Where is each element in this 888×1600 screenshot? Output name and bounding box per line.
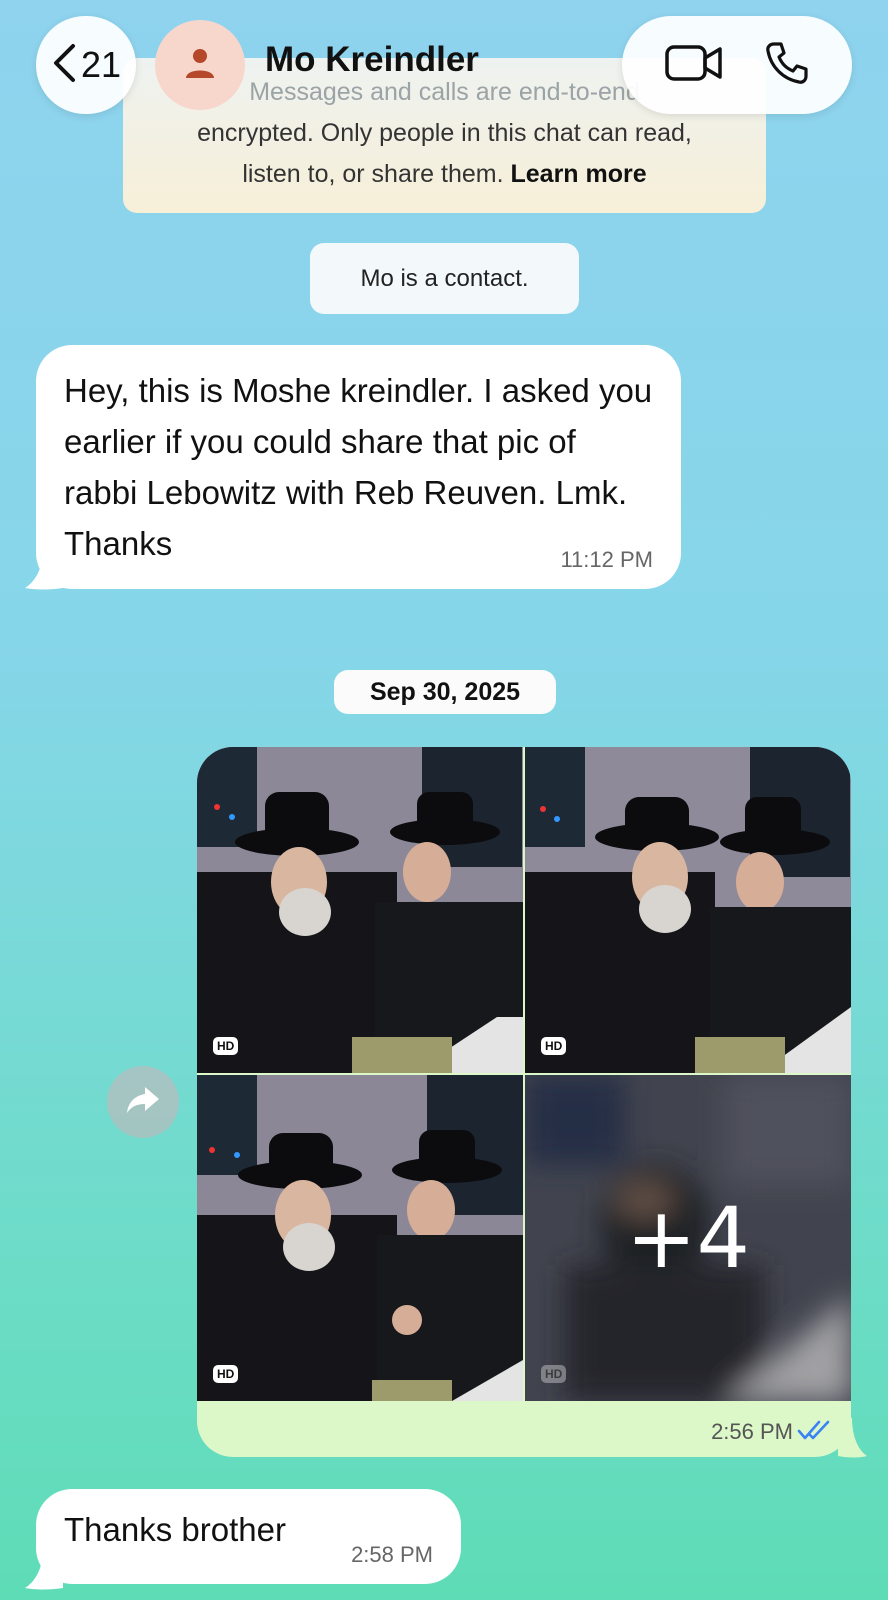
date-separator: Sep 30, 2025 [334, 670, 556, 714]
double-check-icon [797, 1419, 831, 1441]
chevron-left-icon [51, 43, 77, 88]
encryption-notice-line2: encrypted. Only people in this chat can … [197, 119, 692, 147]
media-footer: 2:56 PM [197, 1401, 851, 1457]
phone-icon[interactable] [764, 40, 810, 91]
back-button[interactable]: 21 [36, 16, 136, 114]
more-photos-count: +4 [626, 1189, 750, 1287]
call-actions [622, 16, 852, 114]
message-time: 11:12 PM [560, 547, 653, 572]
share-arrow-icon [125, 1085, 161, 1120]
avatar[interactable] [155, 20, 245, 110]
photo-grid: HD HD HD +4 HD [197, 747, 851, 1401]
photo-thumbnail[interactable]: HD [197, 747, 523, 1073]
message-time: 2:58 PM [351, 1542, 433, 1567]
hd-badge: HD [213, 1365, 239, 1383]
contact-name[interactable]: Mo Kreindler [265, 40, 479, 80]
hd-badge: HD [541, 1037, 567, 1055]
message-text: Hey, this is Moshe kreindler. I asked yo… [64, 372, 653, 562]
message-text: Thanks brother [64, 1511, 286, 1548]
more-photos-thumbnail[interactable]: +4 HD [525, 1075, 851, 1401]
photo-thumbnail[interactable]: HD [197, 1075, 523, 1401]
unread-count: 21 [80, 44, 122, 85]
photo-thumbnail[interactable]: HD [525, 747, 851, 1073]
hd-badge: HD [213, 1037, 239, 1055]
message-time: 2:56 PM [711, 1419, 793, 1444]
incoming-message[interactable]: Thanks brother 2:58 PM [36, 1489, 461, 1584]
encryption-notice-line3-text: listen to, or share them. [242, 160, 504, 188]
hd-badge: HD [541, 1365, 567, 1383]
outgoing-media-message[interactable]: HD HD HD +4 HD 2:56 PM [197, 747, 851, 1457]
incoming-message[interactable]: Hey, this is Moshe kreindler. I asked yo… [36, 345, 681, 589]
video-camera-icon[interactable] [664, 43, 723, 88]
person-icon [183, 46, 217, 85]
system-message: Mo is a contact. [310, 243, 579, 314]
forward-button[interactable] [107, 1066, 179, 1138]
encryption-notice-line3: listen to, or share them. Learn more [123, 154, 766, 195]
learn-more-link[interactable]: Learn more [511, 160, 647, 188]
